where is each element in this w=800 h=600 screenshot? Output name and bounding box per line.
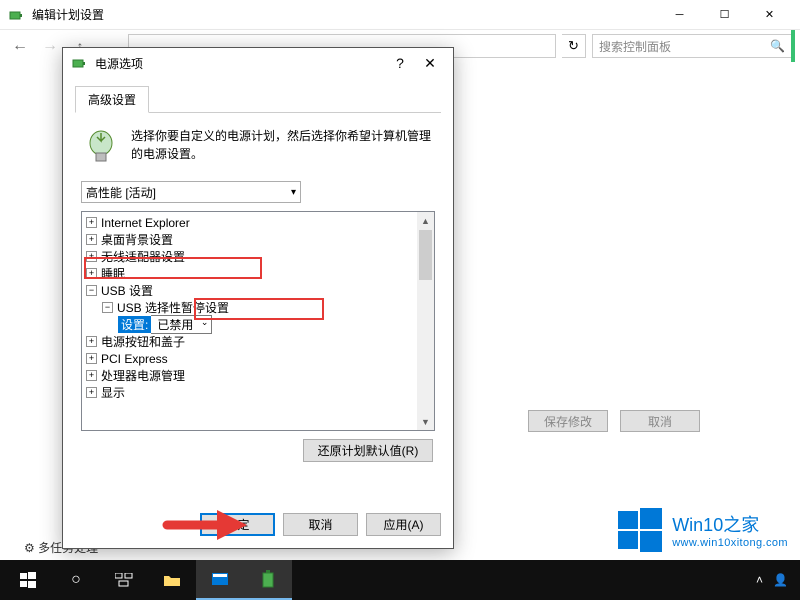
tree-item-wireless[interactable]: +无线适配器设置 (82, 248, 417, 265)
window-controls: ─ ☐ ✕ (657, 1, 792, 29)
expand-icon[interactable]: + (86, 353, 97, 364)
task-view-button[interactable] (100, 560, 148, 600)
search-placeholder: 搜索控制面板 (599, 38, 671, 55)
task-view-icon (115, 573, 133, 587)
restore-defaults-button[interactable]: 还原计划默认值(R) (303, 439, 433, 462)
taskbar-app-settings[interactable] (196, 560, 244, 600)
scroll-down-icon[interactable]: ▼ (417, 413, 434, 430)
system-tray: ˄ 👤 (756, 573, 796, 587)
tree-item-sleep[interactable]: +睡眠 (82, 265, 417, 282)
power-plan-icon (8, 7, 24, 23)
tree-item-usb[interactable]: −USB 设置 (82, 282, 417, 299)
expand-icon[interactable]: + (86, 234, 97, 245)
tree-item-usb-suspend[interactable]: −USB 选择性暂停设置 (82, 299, 417, 316)
watermark: Win10之家 www.win10xitong.com (618, 508, 788, 552)
watermark-title: Win10之家 (672, 511, 788, 537)
tray-people-icon[interactable]: 👤 (773, 573, 788, 587)
setting-combo[interactable]: 设置: 已禁用⌄ (118, 316, 212, 333)
setting-value: 已禁用⌄ (151, 315, 212, 334)
tree-scrollbar[interactable]: ▲ ▼ (417, 212, 434, 430)
cancel-button[interactable]: 取消 (283, 513, 358, 536)
back-button[interactable]: ← (8, 34, 32, 58)
expand-icon[interactable]: + (86, 217, 97, 228)
tab-content: 选择你要自定义的电源计划，然后选择你希望计算机管理的电源设置。 高性能 [活动]… (75, 113, 441, 437)
expand-icon[interactable]: + (86, 387, 97, 398)
cancel-parent-button[interactable]: 取消 (620, 410, 700, 432)
refresh-button[interactable]: ↻ (562, 34, 586, 58)
scroll-thumb[interactable] (419, 230, 432, 280)
help-button[interactable]: ? (385, 55, 415, 71)
apply-button[interactable]: 应用(A) (366, 513, 441, 536)
windows-icon (20, 572, 36, 588)
taskbar-app-folder[interactable] (148, 560, 196, 600)
tree-item-display[interactable]: +显示 (82, 384, 417, 401)
maximize-button[interactable]: ☐ (702, 1, 747, 29)
expand-icon[interactable]: + (86, 370, 97, 381)
dialog-titlebar: 电源选项 ? ✕ (63, 48, 453, 78)
chevron-down-icon: ⌄ (201, 317, 209, 328)
watermark-text: Win10之家 www.win10xitong.com (672, 511, 788, 549)
windows-logo-icon (618, 508, 662, 552)
setting-label: 设置: (118, 316, 151, 333)
dialog-body: 高级设置 选择你要自定义的电源计划，然后选择你希望计算机管理的电源设置。 高性能… (63, 78, 453, 445)
folder-icon (163, 573, 181, 587)
cortana-button[interactable]: ○ (52, 560, 100, 600)
taskbar: ○ ˄ 👤 (0, 560, 800, 600)
expand-icon[interactable]: + (86, 251, 97, 262)
expand-icon[interactable]: + (86, 336, 97, 347)
save-changes-button[interactable]: 保存修改 (528, 410, 608, 432)
scroll-up-icon[interactable]: ▲ (417, 212, 434, 229)
tab-bar: 高级设置 (75, 86, 441, 113)
parent-title: 编辑计划设置 (32, 6, 657, 23)
dialog-title: 电源选项 (95, 55, 385, 72)
tree-item-cpu-power[interactable]: +处理器电源管理 (82, 367, 417, 384)
battery-icon (261, 570, 275, 588)
close-button[interactable]: ✕ (747, 1, 792, 29)
taskbar-app-power[interactable] (244, 560, 292, 600)
settings-tree: +Internet Explorer +桌面背景设置 +无线适配器设置 +睡眠 … (81, 211, 435, 431)
info-row: 选择你要自定义的电源计划，然后选择你希望计算机管理的电源设置。 (81, 127, 435, 167)
watermark-url: www.win10xitong.com (672, 537, 788, 549)
minimize-button[interactable]: ─ (657, 1, 702, 29)
collapse-icon[interactable]: − (86, 285, 97, 296)
info-text: 选择你要自定义的电源计划，然后选择你希望计算机管理的电源设置。 (131, 127, 435, 167)
tree-item-ie[interactable]: +Internet Explorer (82, 214, 417, 231)
tree-item-usb-setting: 设置: 已禁用⌄ (82, 316, 417, 333)
expand-icon[interactable]: + (86, 268, 97, 279)
parent-button-row: 保存修改 取消 (528, 410, 700, 432)
collapse-icon[interactable]: − (102, 302, 113, 313)
search-input[interactable]: 搜索控制面板 🔍 (592, 34, 792, 58)
annotation-arrow (162, 505, 252, 541)
tree-item-desktop-bg[interactable]: +桌面背景设置 (82, 231, 417, 248)
chevron-down-icon: ▾ (291, 187, 296, 198)
start-button[interactable] (4, 560, 52, 600)
bulb-icon (81, 127, 121, 167)
forward-button[interactable]: → (38, 34, 62, 58)
search-icon: 🔍 (770, 39, 785, 53)
tab-advanced[interactable]: 高级设置 (75, 86, 149, 113)
power-icon (71, 55, 87, 71)
tree-inner: +Internet Explorer +桌面背景设置 +无线适配器设置 +睡眠 … (82, 212, 417, 430)
tree-item-power-buttons[interactable]: +电源按钮和盖子 (82, 333, 417, 350)
plan-select[interactable]: 高性能 [活动] ▾ (81, 181, 301, 203)
settings-window-icon (211, 572, 229, 586)
tree-item-pci-express[interactable]: +PCI Express (82, 350, 417, 367)
parent-titlebar: 编辑计划设置 ─ ☐ ✕ (0, 0, 800, 30)
plan-select-value: 高性能 [活动] (86, 184, 156, 201)
tray-chevron-up-icon[interactable]: ˄ (756, 573, 763, 587)
dialog-close-button[interactable]: ✕ (415, 55, 445, 72)
power-options-dialog: 电源选项 ? ✕ 高级设置 选择你要自定义的电源计划，然后选择你希望计算机管理的… (62, 47, 454, 549)
